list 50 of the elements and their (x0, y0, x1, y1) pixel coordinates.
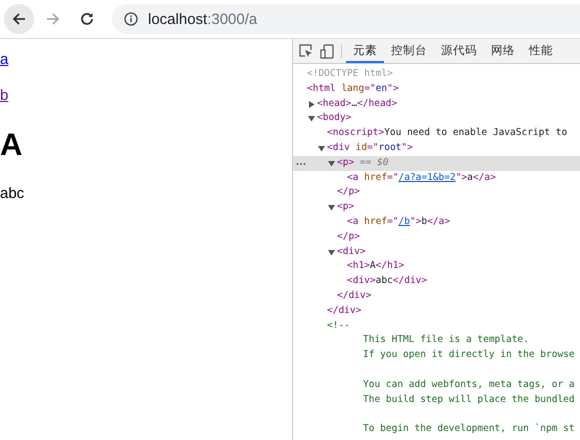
tree-row[interactable]: <p> (293, 200, 580, 215)
dom-node-text: </p> (337, 230, 360, 242)
dom-node-text: <div> (337, 246, 366, 257)
expand-toggle-icon[interactable] (328, 248, 335, 256)
dom-node-text: <h1>A</h1> (347, 260, 404, 272)
info-icon (124, 12, 138, 26)
selected-row[interactable]: <p> == $0 (293, 156, 580, 171)
dom-node-text: <!DOCTYPE html> (307, 68, 393, 79)
page-text: abc (0, 185, 24, 202)
page-link[interactable]: b (0, 87, 8, 104)
dom-node-text: <html lang="en"> (307, 82, 399, 94)
dom-node-text: <a href="/a?a=1&b=2">a</a> (347, 172, 496, 183)
expand-toggle-icon[interactable] (308, 100, 315, 108)
comment-text: You can add webfonts, meta tags, or a (363, 378, 575, 390)
device-icon[interactable] (320, 44, 334, 58)
page-link[interactable]: a (0, 51, 8, 68)
dom-node-text: <div>abc</div> (347, 275, 428, 286)
comment-text: To begin the development, run `npm st (363, 423, 575, 434)
dom-node-text: <p> == $0 (337, 156, 388, 168)
dom-node-text: </div> (327, 304, 362, 316)
more-icon[interactable] (296, 162, 306, 166)
dom-node-text: <p> (337, 201, 354, 212)
dom-node-text: <div id="root"> (327, 142, 413, 153)
url-text: localhost:3000/a (148, 10, 258, 28)
back-button[interactable] (4, 4, 34, 34)
dom-node-text: </p> (337, 186, 360, 198)
expand-toggle-icon[interactable] (328, 204, 335, 212)
devtools-tab[interactable]: 控制台 (384, 39, 434, 63)
comment-text: This HTML file is a template. (363, 334, 529, 346)
inspect-icon[interactable] (299, 44, 313, 58)
comment-text: The build step will place the bundled (363, 394, 575, 405)
devtools-tab[interactable]: 元素 (346, 39, 384, 63)
devtools-tab[interactable]: 网络 (484, 39, 522, 63)
devtools-tab[interactable]: 源代码 (434, 39, 484, 63)
address-bar[interactable]: localhost:3000/a (112, 4, 580, 34)
expand-toggle-icon[interactable] (308, 115, 315, 122)
dom-node-text: <!-- (327, 320, 350, 331)
forward-arrow-icon (45, 11, 61, 27)
expand-toggle-icon[interactable] (318, 144, 325, 152)
dom-node-text: <head>…</head> (317, 98, 398, 109)
dom-node-text: <a href="/b">b</a> (347, 216, 450, 227)
dom-node-text: <body> (317, 112, 352, 124)
back-arrow-icon (11, 11, 27, 27)
comment-text: If you open it directly in the browse (363, 349, 575, 360)
dom-node-text: <noscript>You need to enable JavaScript to (327, 127, 568, 138)
page-heading: A (0, 127, 22, 163)
reload-icon (79, 11, 95, 27)
devtools-tab[interactable]: 性能 (522, 39, 560, 63)
expand-toggle-icon[interactable] (328, 160, 335, 167)
dom-node-text: </div> (337, 290, 372, 301)
